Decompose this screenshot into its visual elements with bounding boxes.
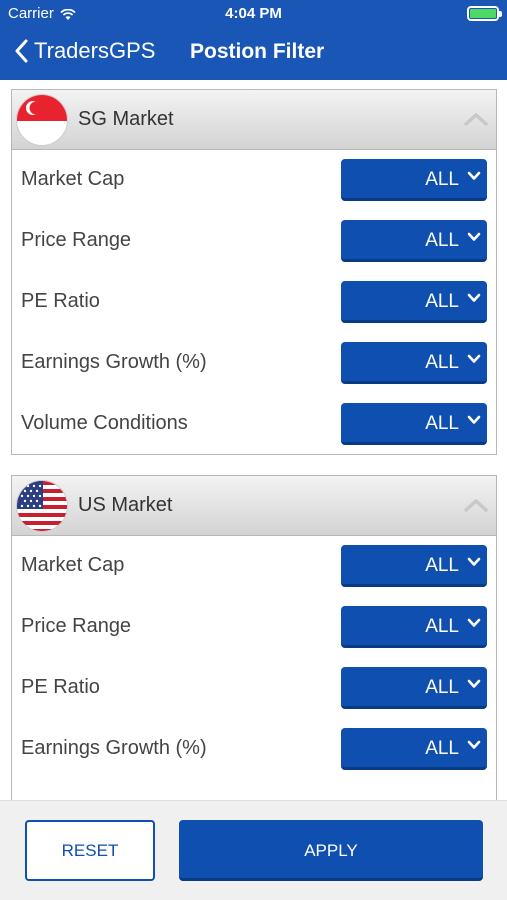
filter-label: Market Cap (21, 168, 125, 190)
dropdown-value: ALL (425, 413, 459, 434)
collapse-chevron-icon[interactable] (464, 112, 488, 126)
dropdown-chevron-icon (467, 354, 481, 363)
us-market-title: US Market (78, 494, 173, 516)
dropdown-value: ALL (425, 738, 459, 759)
filter-label: PE Ratio (21, 676, 100, 698)
earnings-growth-dropdown[interactable]: ALL (341, 342, 487, 384)
price-range-dropdown[interactable]: ALL (341, 220, 487, 262)
battery-icon (467, 6, 502, 21)
earnings-growth-dropdown[interactable]: ALL (341, 728, 487, 770)
filter-row-earnings-growth: Earnings Growth (%) ALL (12, 333, 496, 394)
filter-row-earnings-growth: Earnings Growth (%) ALL (12, 719, 496, 780)
sg-market-section: SG Market Market Cap ALL Price Range ALL… (11, 89, 497, 455)
dropdown-value: ALL (425, 291, 459, 312)
sg-market-title: SG Market (78, 108, 174, 130)
filter-label: Earnings Growth (%) (21, 737, 207, 759)
dropdown-value: ALL (425, 677, 459, 698)
filter-row-pe-ratio: PE Ratio ALL (12, 658, 496, 719)
dropdown-chevron-icon (467, 232, 481, 241)
dropdown-value: ALL (425, 555, 459, 576)
sg-market-header[interactable]: SG Market (12, 90, 496, 150)
filter-label: Volume Conditions (21, 412, 188, 434)
dropdown-value: ALL (425, 230, 459, 251)
dropdown-value: ALL (425, 169, 459, 190)
back-chevron-icon (15, 39, 28, 63)
us-market-section: US Market Market Cap ALL Price Range ALL… (11, 475, 497, 805)
dropdown-value: ALL (425, 616, 459, 637)
bottom-action-bar: RESET APPLY (0, 800, 507, 900)
filter-row-price-range: Price Range ALL (12, 597, 496, 658)
price-range-dropdown[interactable]: ALL (341, 606, 487, 648)
filter-label: Earnings Growth (%) (21, 351, 207, 373)
filter-row-pe-ratio: PE Ratio ALL (12, 272, 496, 333)
status-bar: Carrier 4:04 PM (0, 0, 507, 26)
back-button[interactable]: TradersGPS (14, 38, 155, 64)
pe-ratio-dropdown[interactable]: ALL (341, 667, 487, 709)
back-label: TradersGPS (34, 38, 156, 63)
dropdown-chevron-icon (467, 618, 481, 627)
filter-label: Market Cap (21, 554, 125, 576)
top-bar: Carrier 4:04 PM TradersGPS Postion Filte… (0, 0, 507, 80)
market-cap-dropdown[interactable]: ALL (341, 159, 487, 201)
dropdown-chevron-icon (467, 679, 481, 688)
navigation-bar: TradersGPS Postion Filter (0, 28, 507, 78)
apply-button[interactable]: APPLY (179, 820, 483, 881)
filter-row-volume-conditions: Volume Conditions ALL (12, 394, 496, 455)
dropdown-chevron-icon (467, 415, 481, 424)
dropdown-value: ALL (425, 352, 459, 373)
dropdown-chevron-icon (467, 557, 481, 566)
volume-conditions-dropdown[interactable]: ALL (341, 403, 487, 445)
page-title: Postion Filter (190, 40, 325, 63)
us-market-header[interactable]: US Market (12, 476, 496, 536)
filter-row-market-cap: Market Cap ALL (12, 150, 496, 211)
pe-ratio-dropdown[interactable]: ALL (341, 281, 487, 323)
us-flag-icon (16, 480, 68, 532)
status-time: 4:04 PM (225, 5, 282, 22)
filter-row-price-range: Price Range ALL (12, 211, 496, 272)
filter-label: PE Ratio (21, 290, 100, 312)
filter-label: Price Range (21, 615, 132, 637)
market-cap-dropdown[interactable]: ALL (341, 545, 487, 587)
reset-button[interactable]: RESET (25, 820, 155, 881)
sg-flag-icon (16, 94, 68, 146)
filter-row-market-cap: Market Cap ALL (12, 536, 496, 597)
dropdown-chevron-icon (467, 293, 481, 302)
collapse-chevron-icon[interactable] (464, 498, 488, 512)
dropdown-chevron-icon (467, 171, 481, 180)
dropdown-chevron-icon (467, 740, 481, 749)
filter-label: Price Range (21, 229, 132, 251)
